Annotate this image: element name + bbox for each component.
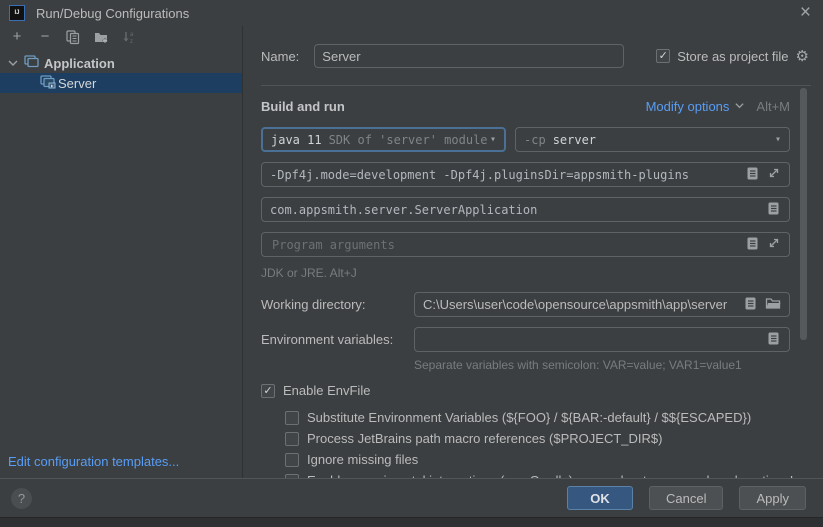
vertical-scrollbar[interactable] (800, 88, 807, 340)
sort-configurations-icon: a z (121, 29, 137, 45)
vm-options-field[interactable]: -Dpf4j.mode=development -Dpf4j.pluginsDi… (261, 162, 790, 187)
envfile-option-row: Process JetBrains path macro references … (285, 431, 662, 446)
help-icon[interactable]: ? (11, 488, 32, 509)
run-configuration-icon (40, 75, 56, 92)
section-separator (261, 85, 811, 86)
configurations-toolbar: + − (0, 26, 242, 48)
add-configuration-icon[interactable]: + (9, 29, 25, 45)
tree-node-label: Server (58, 76, 96, 91)
enable-envfile-label: Enable EnvFile (283, 383, 370, 398)
insert-macros-icon[interactable] (745, 236, 760, 254)
build-and-run-header: Build and run Modify options Alt+M (261, 99, 790, 114)
application-icon (24, 55, 39, 71)
jre-hint: JDK or JRE. Alt+J (261, 266, 357, 280)
copy-configuration-icon[interactable] (65, 29, 81, 45)
store-as-project-file-checkbox[interactable]: ✓ (656, 49, 670, 63)
close-icon[interactable]: × (800, 1, 811, 25)
environment-variables-field[interactable] (414, 327, 790, 352)
envfile-option-label: Substitute Environment Variables (${FOO}… (307, 410, 751, 425)
envfile-option-row: Substitute Environment Variables (${FOO}… (285, 410, 751, 425)
environment-variables-label: Environment variables: (261, 332, 414, 347)
store-as-project-file-label: Store as project file (677, 49, 788, 64)
working-directory-label: Working directory: (261, 297, 414, 312)
modify-options-shortcut: Alt+M (756, 99, 790, 114)
insert-macros-icon[interactable] (743, 296, 758, 314)
working-directory-row: Working directory: C:\Users\user\code\op… (261, 292, 790, 317)
name-input[interactable] (314, 44, 624, 68)
program-arguments-field[interactable] (261, 232, 790, 257)
dialog-footer: ? OK Cancel Apply (0, 478, 823, 517)
expand-field-icon[interactable] (767, 236, 781, 253)
substitute-env-vars-checkbox[interactable] (285, 411, 299, 425)
jre-value: java 11 (271, 133, 322, 147)
name-input-field[interactable] (322, 49, 616, 64)
gear-icon[interactable]: ⚙ (796, 47, 809, 65)
edit-configuration-templates-link[interactable]: Edit configuration templates... (8, 454, 179, 469)
modify-options-link[interactable]: Modify options (646, 99, 730, 114)
chevron-down-icon[interactable] (734, 99, 745, 114)
program-arguments-input[interactable] (270, 237, 745, 253)
insert-macros-icon[interactable] (766, 201, 781, 219)
intellij-logo-icon: IJ (9, 5, 25, 21)
configurations-tree: Application Server (0, 53, 242, 93)
configuration-form: Name: ✓ Store as project file ⚙ Build an… (244, 26, 823, 478)
tree-node-server[interactable]: Server (0, 73, 242, 93)
background-window-strip (0, 517, 823, 527)
ignore-missing-files-checkbox[interactable] (285, 453, 299, 467)
envfile-option-label: Process JetBrains path macro references … (307, 431, 662, 446)
browse-folder-icon[interactable] (765, 296, 781, 313)
envfile-option-row: Ignore missing files (285, 452, 418, 467)
remove-configuration-icon[interactable]: − (37, 29, 53, 45)
cancel-button[interactable]: Cancel (649, 486, 723, 510)
name-label: Name: (261, 49, 299, 64)
new-folder-icon[interactable] (93, 29, 109, 45)
vm-options-value: -Dpf4j.mode=development -Dpf4j.pluginsDi… (270, 168, 689, 182)
classpath-value: server (553, 133, 596, 147)
main-class-field[interactable]: com.appsmith.server.ServerApplication (261, 197, 790, 222)
environment-variables-row: Environment variables: (261, 327, 790, 352)
svg-text:z: z (130, 39, 133, 45)
main-class-value: com.appsmith.server.ServerApplication (270, 203, 537, 217)
tree-node-application[interactable]: Application (0, 53, 242, 73)
store-as-project-file-group: ✓ Store as project file ⚙ (656, 47, 809, 65)
run-debug-configurations-dialog: IJ Run/Debug Configurations × + − (0, 0, 823, 527)
chevron-down-icon[interactable]: ▾ (490, 134, 496, 145)
svg-text:a: a (130, 32, 134, 38)
working-directory-field[interactable]: C:\Users\user\code\opensource\appsmith\a… (414, 292, 790, 317)
expand-field-icon[interactable] (767, 166, 781, 183)
chevron-down-icon[interactable] (7, 57, 19, 69)
chevron-down-icon[interactable]: ▾ (775, 134, 781, 145)
working-directory-value: C:\Users\user\code\opensource\appsmith\a… (423, 297, 727, 312)
ok-button[interactable]: OK (567, 486, 633, 510)
envfile-option-label: Ignore missing files (307, 452, 418, 467)
classpath-prefix: -cp (524, 133, 546, 147)
jre-selector[interactable]: java 11 SDK of 'server' module ▾ (261, 127, 506, 152)
jre-description: SDK of 'server' module (329, 133, 488, 147)
insert-macros-icon[interactable] (766, 331, 781, 349)
environment-variables-hint: Separate variables with semicolon: VAR=v… (414, 358, 742, 372)
insert-macros-icon[interactable] (745, 166, 760, 184)
name-row: Name: ✓ Store as project file ⚙ (261, 44, 809, 68)
process-path-macros-checkbox[interactable] (285, 432, 299, 446)
classpath-selector[interactable]: -cp server ▾ (515, 127, 790, 152)
build-and-run-heading: Build and run (261, 99, 345, 114)
enable-envfile-row: ✓ Enable EnvFile (261, 383, 370, 398)
apply-button[interactable]: Apply (739, 486, 806, 510)
dialog-title: Run/Debug Configurations (36, 6, 189, 21)
enable-envfile-checkbox[interactable]: ✓ (261, 384, 275, 398)
tree-node-label: Application (44, 56, 115, 71)
title-bar: IJ Run/Debug Configurations × (0, 0, 823, 26)
configurations-sidebar: + − (0, 26, 243, 478)
